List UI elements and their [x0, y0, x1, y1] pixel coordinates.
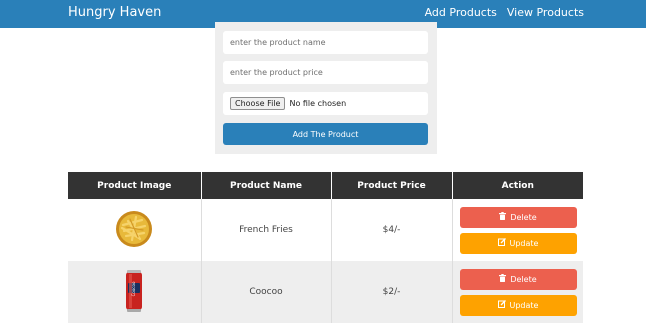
table-header-row: Product Image Product Name Product Price…	[68, 172, 583, 199]
update-button[interactable]: Update	[459, 232, 577, 254]
action-cell: Delete Update	[451, 199, 583, 261]
delete-label: Delete	[510, 274, 537, 284]
update-label: Update	[509, 300, 539, 310]
products-table: Product Image Product Name Product Price…	[68, 172, 583, 323]
product-image-cell: Coocoo	[68, 261, 201, 323]
update-label: Update	[509, 238, 539, 248]
product-name: Coocoo	[200, 261, 331, 323]
french-fries-image	[114, 209, 154, 252]
svg-text:Coocoo: Coocoo	[131, 281, 136, 296]
product-name-input[interactable]	[223, 31, 428, 54]
add-product-form: Choose File No file chosen Add The Produ…	[215, 22, 437, 154]
nav-link-add-products[interactable]: Add Products	[425, 6, 497, 19]
action-cell: Delete Update	[451, 261, 583, 323]
choose-file-button[interactable]: Choose File	[230, 97, 286, 110]
edit-icon	[497, 238, 506, 248]
file-status-text: No file chosen	[289, 99, 347, 108]
table-row: French Fries $4/- Delete Update	[68, 199, 583, 261]
nav-link-view-products[interactable]: View Products	[507, 6, 584, 19]
product-image-cell	[68, 199, 201, 261]
update-button[interactable]: Update	[459, 294, 577, 316]
product-price-input[interactable]	[223, 61, 428, 84]
delete-button[interactable]: Delete	[459, 206, 577, 228]
product-image-file-input: Choose File No file chosen	[223, 92, 428, 115]
delete-button[interactable]: Delete	[459, 268, 577, 290]
header-product-name: Product Name	[200, 172, 331, 199]
nav-links: Add Products View Products	[425, 6, 584, 19]
table-row: Coocoo Coocoo $2/- Delete Update	[68, 261, 583, 323]
product-price: $4/-	[330, 199, 452, 261]
brand-logo-text[interactable]: Hungry Haven	[68, 5, 161, 20]
delete-label: Delete	[510, 212, 537, 222]
product-name: French Fries	[200, 199, 331, 261]
trash-icon	[499, 274, 507, 284]
trash-icon	[499, 212, 507, 222]
product-price: $2/-	[330, 261, 452, 323]
header-product-price: Product Price	[330, 172, 452, 199]
add-product-button[interactable]: Add The Product	[223, 123, 428, 145]
header-product-image: Product Image	[68, 172, 201, 199]
soda-can-image: Coocoo	[117, 269, 151, 316]
header-action: Action	[451, 172, 583, 199]
edit-icon	[497, 300, 506, 310]
